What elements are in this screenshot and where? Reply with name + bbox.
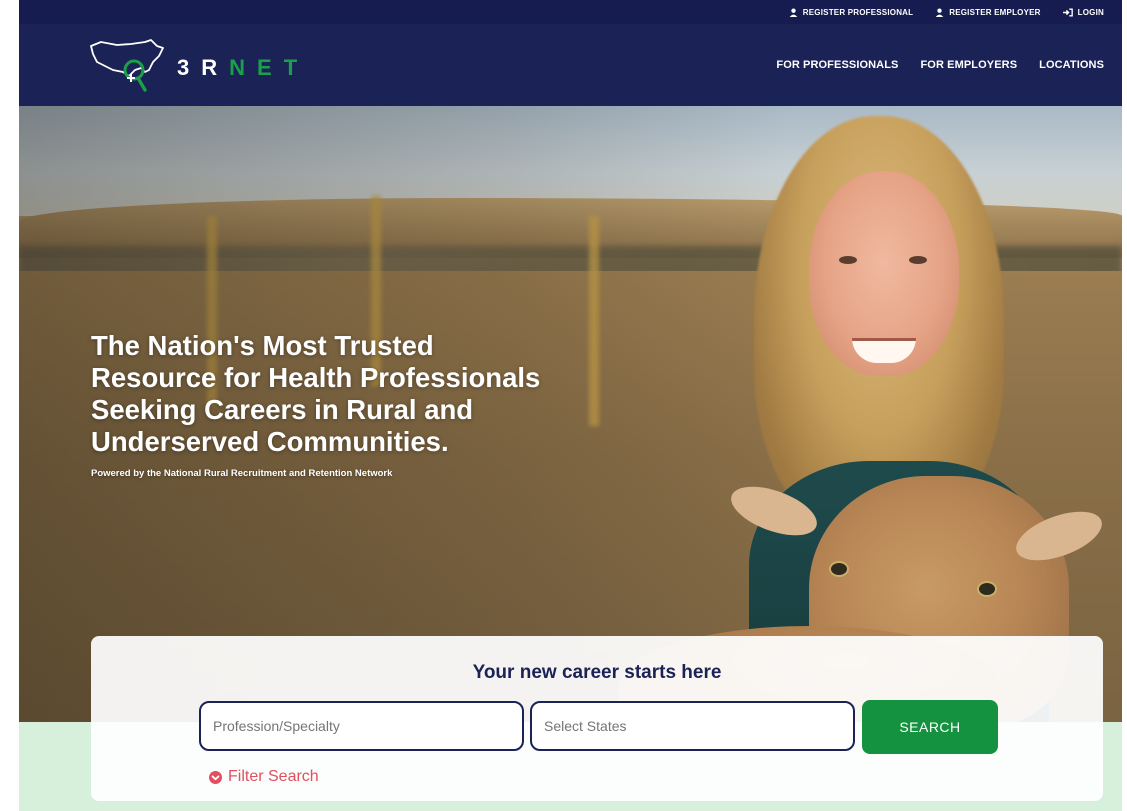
- page: REGISTER PROFESSIONAL REGISTER EMPLOYER …: [19, 0, 1122, 811]
- user-icon: [789, 8, 798, 17]
- main-header: 3 R N E T FOR PROFESSIONALS FOR EMPLOYER…: [19, 24, 1122, 106]
- hero-title-line: Seeking Careers in Rural and: [91, 394, 474, 425]
- login-label: LOGIN: [1077, 7, 1104, 17]
- register-professional-link[interactable]: REGISTER PROFESSIONAL: [789, 8, 913, 17]
- hero-title: The Nation's Most Trusted Resource for H…: [91, 330, 691, 458]
- logo-wordmark: 3 R N E T: [177, 55, 298, 81]
- filter-search-toggle[interactable]: Filter Search: [209, 768, 319, 786]
- register-professional-label: REGISTER PROFESSIONAL: [802, 7, 914, 17]
- hero-title-line: Resource for Health Professionals: [91, 362, 541, 393]
- main-nav: FOR PROFESSIONALS FOR EMPLOYERS LOCATION…: [776, 59, 1104, 71]
- hero-subtitle: Powered by the National Rural Recruitmen…: [91, 468, 393, 479]
- logo-letter: R: [201, 55, 219, 80]
- hero-text: The Nation's Most Trusted Resource for H…: [91, 330, 691, 479]
- site-logo[interactable]: 3 R N E T: [87, 36, 298, 94]
- chevron-down-circle-icon: [209, 770, 222, 784]
- search-button[interactable]: SEARCH: [862, 700, 998, 754]
- nav-for-professionals[interactable]: FOR PROFESSIONALS: [776, 59, 898, 71]
- nav-locations[interactable]: LOCATIONS: [1039, 59, 1104, 71]
- logo-letter: 3: [177, 55, 191, 80]
- logo-letter: N: [229, 55, 247, 80]
- register-employer-link[interactable]: REGISTER EMPLOYER: [935, 8, 1040, 17]
- select-states-input[interactable]: [530, 701, 855, 751]
- hero-photo-woman-with-goat: [619, 106, 1122, 722]
- hero-banner: The Nation's Most Trusted Resource for H…: [19, 106, 1122, 722]
- login-link[interactable]: LOGIN: [1062, 7, 1104, 17]
- register-employer-label: REGISTER EMPLOYER: [949, 7, 1041, 17]
- profession-specialty-input[interactable]: [199, 701, 524, 751]
- logo-letter: T: [283, 55, 299, 80]
- nav-for-employers[interactable]: FOR EMPLOYERS: [920, 59, 1017, 71]
- hero-title-line: Underserved Communities.: [91, 426, 449, 457]
- eye: [909, 256, 927, 264]
- hero-title-line: The Nation's Most Trusted: [91, 330, 434, 361]
- us-map-logo-icon: [90, 39, 164, 92]
- filter-search-label: Filter Search: [228, 768, 319, 785]
- sign-in-icon: [1062, 8, 1073, 16]
- eye: [839, 256, 857, 264]
- user-icon: [935, 8, 944, 17]
- goat-eye: [977, 581, 997, 597]
- search-heading: Your new career starts here: [472, 662, 722, 683]
- goat-eye: [829, 561, 849, 577]
- search-card: Your new career starts here SEARCH Filte…: [91, 636, 1103, 801]
- logo-letter: E: [257, 55, 273, 80]
- utility-bar: REGISTER PROFESSIONAL REGISTER EMPLOYER …: [19, 0, 1122, 24]
